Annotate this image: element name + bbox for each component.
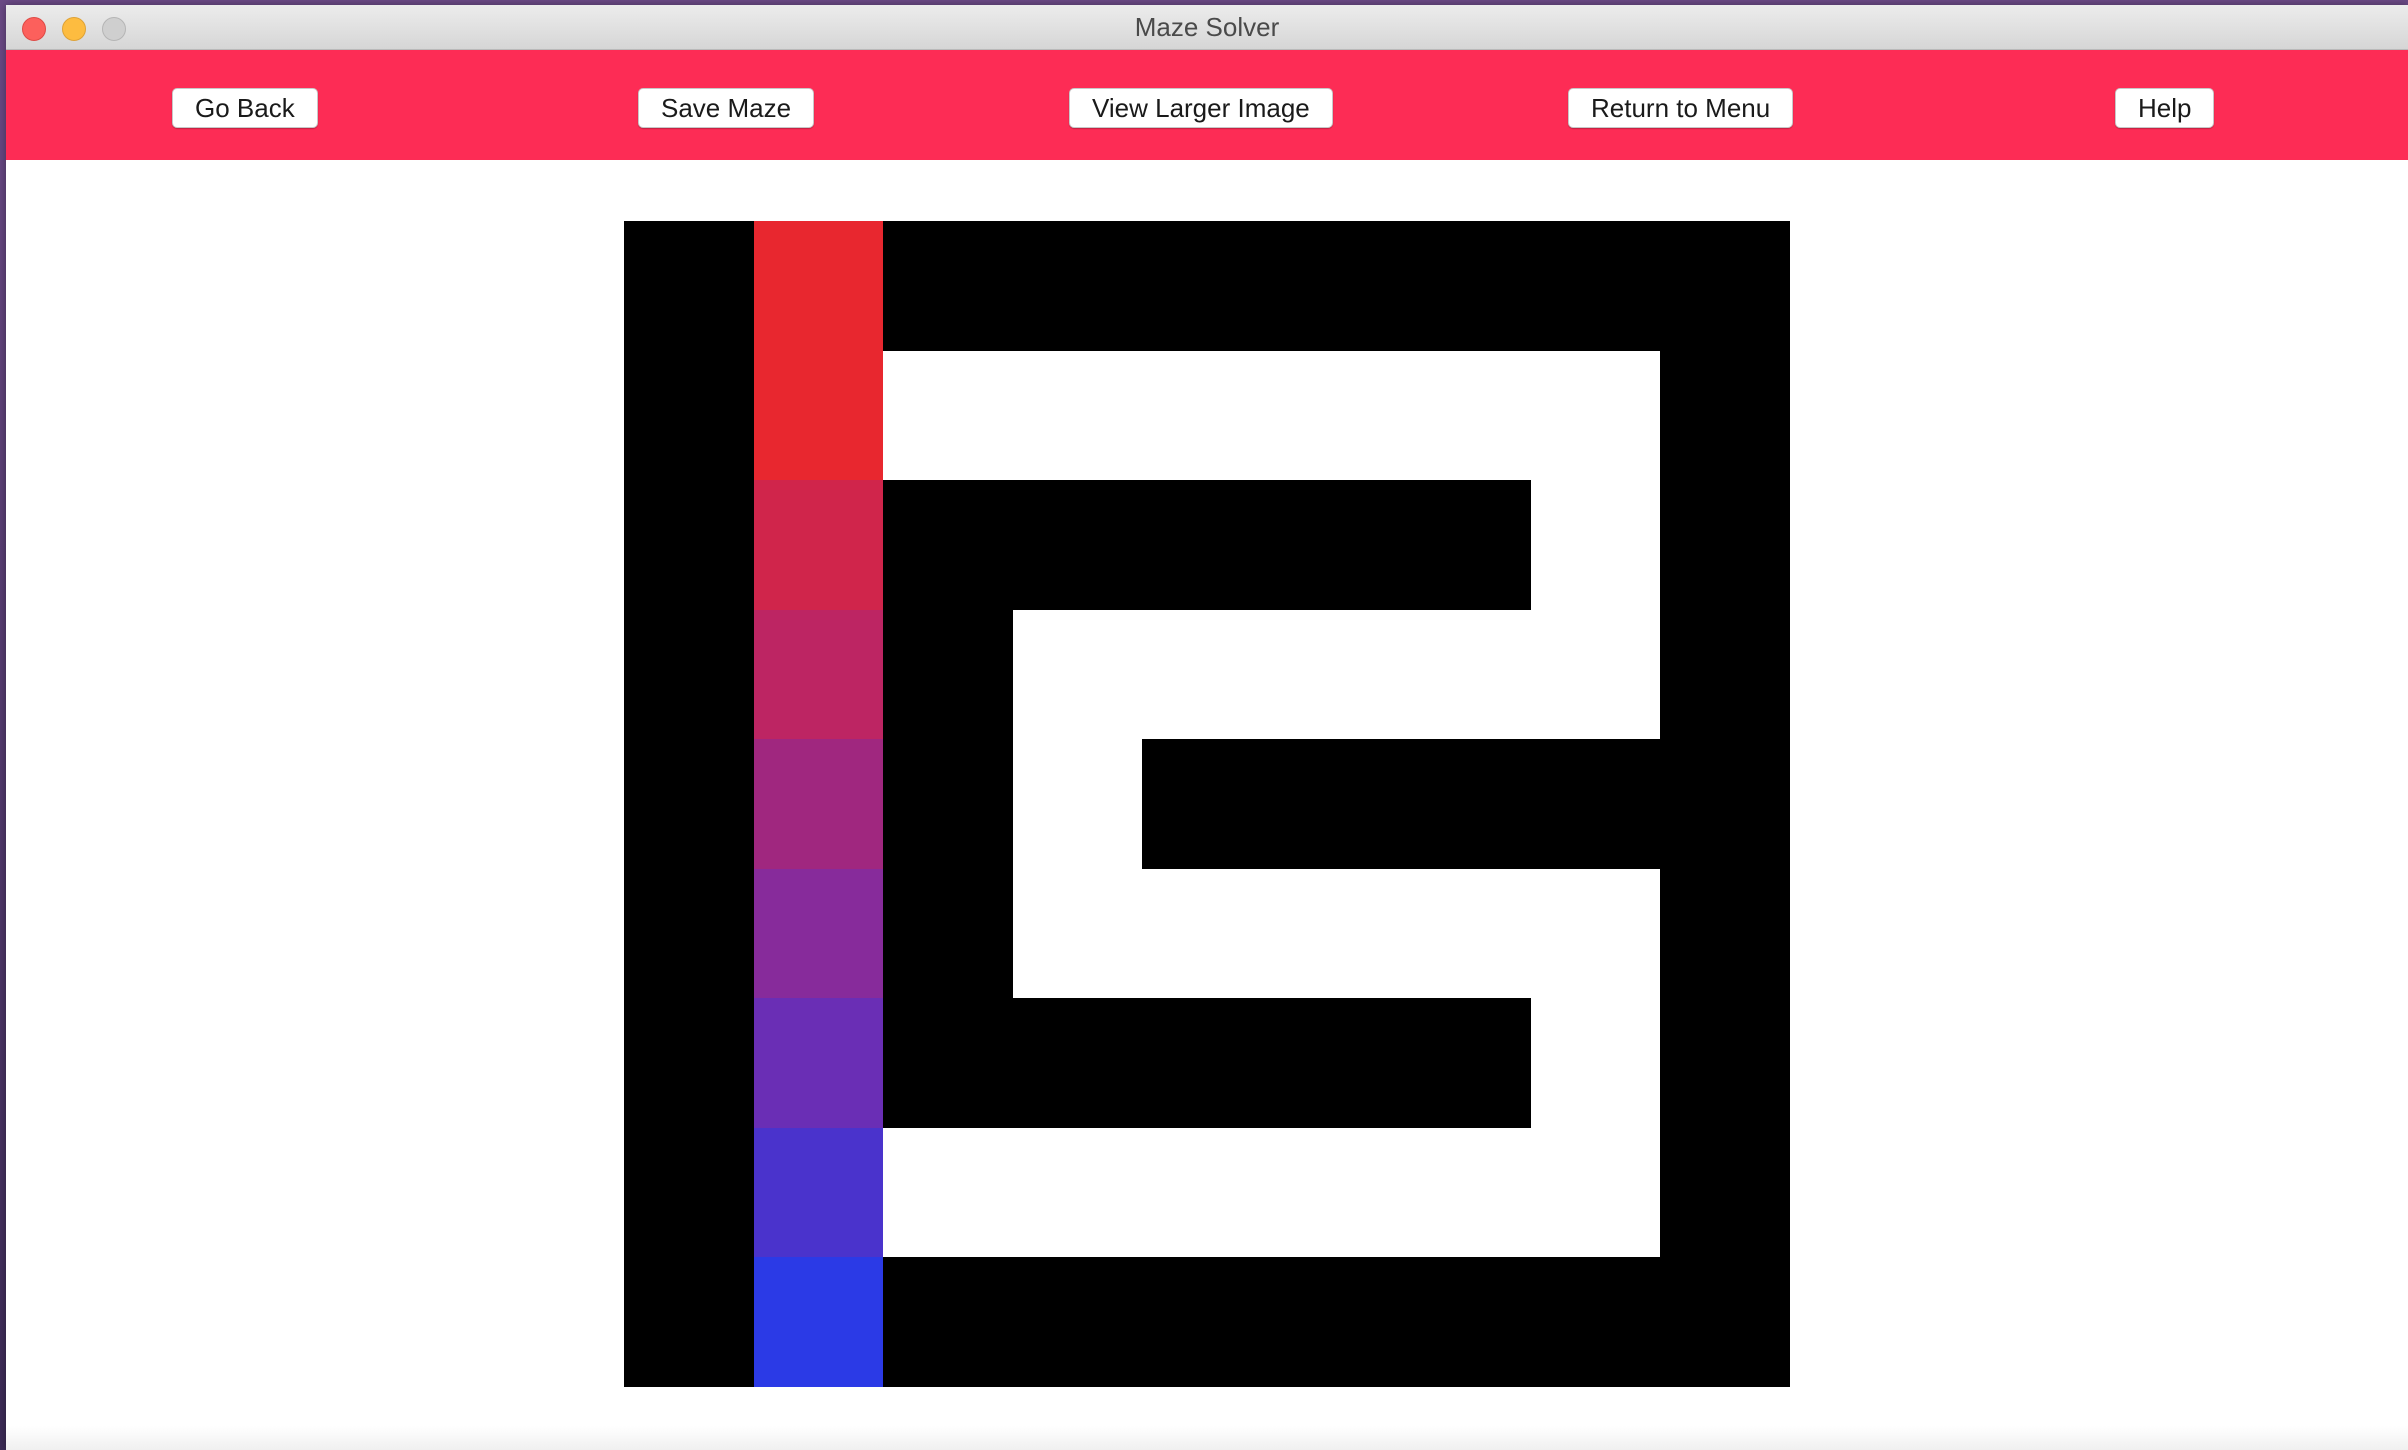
maze-open-cell [1012, 1127, 1143, 1258]
maze-open-cell [1271, 868, 1402, 999]
maze-wall-cell [1012, 998, 1143, 1128]
maze-wall-cell [624, 480, 754, 610]
maze-open-cell [1271, 609, 1402, 740]
maze-wall-cell [1530, 1257, 1661, 1387]
maze-wall-cell [1660, 998, 1790, 1128]
maze-wall-cell [883, 609, 1013, 740]
maze-wall-cell [1142, 1257, 1272, 1387]
maze-open-cell [1271, 350, 1402, 481]
maze-wall-cell [1530, 739, 1661, 869]
maze-wall-cell [883, 739, 1013, 869]
maze-wall-cell [1401, 998, 1531, 1128]
window-title: Maze Solver [1134, 12, 1280, 42]
maze-open-cell [1271, 1127, 1402, 1258]
maze-open-cell [1401, 1127, 1531, 1258]
maze-open-cell [1530, 868, 1661, 999]
maze-wall-cell [1660, 1127, 1790, 1258]
maze-wall-cell [624, 221, 754, 351]
maze-wall-cell [883, 221, 1013, 351]
maze-open-cell [1401, 350, 1531, 481]
maze-path-cell [753, 480, 884, 610]
maze-wall-cell [1142, 998, 1272, 1128]
maze-wall-cell [1401, 1257, 1531, 1387]
maze-open-cell [1012, 609, 1143, 740]
maze-open-cell [1142, 609, 1272, 740]
maze-wall-cell [1660, 868, 1790, 999]
maze-wall-cell [1660, 1257, 1790, 1387]
maze-open-cell [1401, 609, 1531, 740]
maze-display-area [6, 160, 2408, 1450]
maze-wall-cell [1660, 609, 1790, 740]
return-to-menu-button[interactable]: Return to Menu [1568, 88, 1794, 128]
maze-open-cell [1142, 868, 1272, 999]
maze-open-cell [1012, 868, 1143, 999]
maze-open-cell [1530, 609, 1661, 740]
maze-wall-cell [1660, 739, 1790, 869]
maze-wall-cell [1271, 480, 1402, 610]
maze-wall-cell [1142, 739, 1272, 869]
maze-wall-cell [1271, 221, 1402, 351]
maze-open-cell [1142, 350, 1272, 481]
maze-wall-cell [1012, 480, 1143, 610]
maze-wall-cell [624, 1257, 754, 1387]
bottom-shadow [6, 1426, 2408, 1450]
maze-wall-cell [883, 868, 1013, 999]
maze-wall-cell [624, 739, 754, 869]
go-back-button[interactable]: Go Back [172, 88, 318, 128]
maze-path-cell [753, 350, 884, 481]
app-window: Maze Solver Go Back Save Maze View Large… [6, 5, 2408, 1450]
maze-path-cell [753, 221, 884, 351]
maze-path-cell [753, 739, 884, 869]
maze-wall-cell [1012, 1257, 1143, 1387]
maze-wall-cell [624, 998, 754, 1128]
maze-wall-cell [1012, 221, 1143, 351]
maze-open-cell [1530, 1127, 1661, 1258]
maze-open-cell [1012, 739, 1143, 869]
help-button[interactable]: Help [2115, 88, 2215, 128]
maze-open-cell [1530, 350, 1661, 481]
maze-wall-cell [1271, 998, 1402, 1128]
maze-wall-cell [1401, 739, 1531, 869]
maze-wall-cell [1142, 221, 1272, 351]
view-larger-image-button[interactable]: View Larger Image [1069, 88, 1333, 128]
maze-wall-cell [1660, 480, 1790, 610]
maze-wall-cell [624, 868, 754, 999]
maze-open-cell [1142, 1127, 1272, 1258]
maze-wall-cell [1660, 221, 1790, 351]
maze-wall-cell [1401, 480, 1531, 610]
maze-open-cell [883, 1127, 1013, 1258]
maze-open-cell [1530, 998, 1661, 1128]
maze-open-cell [1401, 868, 1531, 999]
title-bar[interactable]: Maze Solver [6, 5, 2408, 50]
maze-wall-cell [624, 609, 754, 740]
save-maze-button[interactable]: Save Maze [638, 88, 815, 128]
maze-wall-cell [1271, 1257, 1402, 1387]
maze-path-cell [753, 998, 884, 1128]
maze-open-cell [1530, 480, 1661, 610]
maze-wall-cell [1271, 739, 1402, 869]
maze-image [624, 221, 1790, 1387]
maze-wall-cell [883, 1257, 1013, 1387]
maze-path-cell [753, 609, 884, 740]
maze-wall-cell [883, 480, 1013, 610]
maze-open-cell [883, 350, 1013, 481]
maze-path-cell [753, 1257, 884, 1387]
maze-wall-cell [624, 1127, 754, 1258]
maze-wall-cell [1142, 480, 1272, 610]
maze-path-cell [753, 868, 884, 999]
maze-path-cell [753, 1127, 884, 1258]
toolbar: Go Back Save Maze View Larger Image Retu… [6, 50, 2408, 160]
maze-wall-cell [883, 998, 1013, 1128]
maze-wall-cell [1530, 221, 1661, 351]
maze-wall-cell [1401, 221, 1531, 351]
maze-open-cell [1012, 350, 1143, 481]
maze-wall-cell [1660, 350, 1790, 481]
maze-wall-cell [624, 350, 754, 481]
